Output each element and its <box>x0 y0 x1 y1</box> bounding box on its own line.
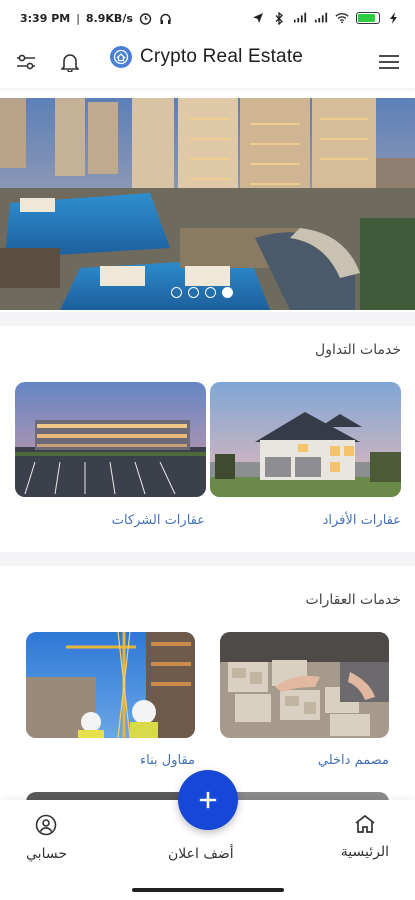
nav-add-listing[interactable]: أضف اعلان <box>168 846 234 862</box>
nav-account[interactable]: حسابي <box>26 814 67 862</box>
nav-add-listing-label: أضف اعلان <box>168 846 234 862</box>
charging-icon <box>387 12 401 24</box>
status-bar: 3:39 PM | 8.9KB/s <box>0 0 415 36</box>
card-interior-designer[interactable] <box>220 632 389 738</box>
wifi-icon <box>335 12 349 24</box>
home-indicator <box>132 888 284 892</box>
net-speed: 8.9KB/s <box>85 11 133 25</box>
nav-account-label: حسابي <box>26 846 67 862</box>
app-title: Crypto Real Estate <box>140 46 304 67</box>
account-icon <box>36 814 57 836</box>
carousel-dot[interactable] <box>205 287 216 298</box>
carousel-dot[interactable] <box>188 287 199 298</box>
signal-icon <box>293 12 307 24</box>
plus-icon <box>199 791 217 809</box>
bluetooth-icon <box>272 11 286 25</box>
label-company-property[interactable]: عقارات الشركات <box>112 513 205 528</box>
section-divider <box>0 552 415 566</box>
card-individual-property[interactable] <box>210 382 401 497</box>
section-divider <box>0 312 415 326</box>
logo-icon <box>110 46 132 68</box>
signal-icon <box>314 12 328 24</box>
status-time: 3:39 PM <box>20 11 71 25</box>
interior-design-samples-photo <box>220 632 389 738</box>
label-interior-designer[interactable]: مصمم داخلي <box>318 753 389 768</box>
battery-level <box>358 14 375 22</box>
carousel-dot-active[interactable] <box>222 287 233 298</box>
menu-icon[interactable] <box>377 50 401 74</box>
banner-image <box>0 98 415 310</box>
carousel-dots <box>171 287 233 298</box>
suburban-house-photo <box>210 382 401 497</box>
alarm-icon <box>139 12 153 25</box>
brand: Crypto Real Estate <box>110 46 303 68</box>
headset-icon <box>159 12 173 24</box>
commercial-building-photo <box>15 382 206 497</box>
card-construction-contractor[interactable] <box>26 632 195 738</box>
location-icon <box>251 12 265 24</box>
add-listing-button[interactable] <box>178 770 238 830</box>
construction-workers-photo <box>26 632 195 738</box>
label-individual-property[interactable]: عقارات الأفراد <box>323 513 401 528</box>
card-company-property[interactable] <box>15 382 206 497</box>
filter-icon[interactable] <box>14 50 38 74</box>
nav-home-label: الرئيسية <box>340 844 389 860</box>
battery-icon <box>356 12 380 24</box>
home-icon <box>355 814 375 833</box>
app-bar: Crypto Real Estate <box>0 36 415 88</box>
nav-home[interactable]: الرئيسية <box>341 814 389 860</box>
bell-icon[interactable] <box>58 50 82 74</box>
section-title-trading: خدمات التداول <box>315 342 401 358</box>
section-title-real-estate: خدمات العقارات <box>305 592 401 608</box>
banner-carousel[interactable] <box>0 98 415 310</box>
label-construction-contractor[interactable]: مقاول بناء <box>140 753 195 768</box>
carousel-dot[interactable] <box>171 287 182 298</box>
